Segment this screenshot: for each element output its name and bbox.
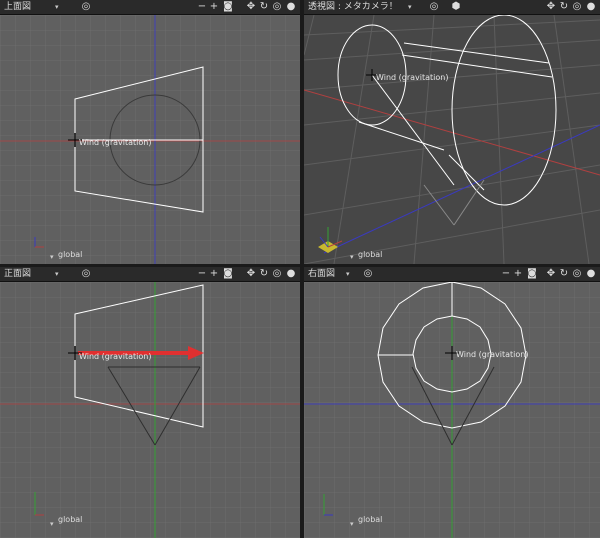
target-icon[interactable]: ◎ — [428, 0, 440, 14]
cube-icon[interactable]: ⬢ — [450, 0, 462, 14]
viewport-front[interactable]: 正面図 ▾ ◎ − + ◙ ✥ ↻ ◎ ● Wind (gravitation)… — [0, 267, 300, 538]
rotate-icon[interactable]: ↻ — [558, 0, 570, 14]
move-icon[interactable]: ✥ — [545, 267, 557, 281]
zoom-icon[interactable]: ◎ — [571, 267, 583, 281]
zoom-in-icon[interactable]: + — [512, 267, 524, 281]
rotate-icon[interactable]: ↻ — [558, 267, 570, 281]
global-dropdown-arrow[interactable]: ▾ — [350, 253, 354, 261]
viewport-title: 正面図 — [4, 269, 32, 279]
top-view-canvas[interactable]: Wind (gravitation) — [0, 15, 300, 264]
zoom-in-icon[interactable]: + — [208, 0, 220, 14]
viewport-right[interactable]: 右面図 ▾ ◎ − + ◙ ✥ ↻ ◎ ● Wind (gravitation)… — [304, 267, 600, 538]
viewport-header: 上面図 ▾ ◎ − + ◙ ✥ ↻ ◎ ● — [0, 0, 300, 15]
viewport-header: 正面図 ▾ ◎ − + ◙ ✥ ↻ ◎ ● — [0, 267, 300, 282]
object-label: Wind (gravitation) — [456, 350, 528, 359]
zoom-in-icon[interactable]: + — [208, 267, 220, 281]
view-mode-dropdown[interactable]: ▾ — [346, 267, 350, 281]
global-dropdown-arrow[interactable]: ▾ — [350, 520, 354, 528]
view-mode-dropdown[interactable]: ▾ — [408, 0, 412, 14]
object-label: Wind (gravitation) — [79, 352, 151, 361]
front-view-canvas[interactable]: Wind (gravitation) — [0, 282, 300, 538]
move-icon[interactable]: ✥ — [245, 0, 257, 14]
coordinate-mode-label[interactable]: global — [58, 515, 82, 524]
camera-icon[interactable]: ◙ — [222, 267, 234, 281]
viewport-header: 右面図 ▾ ◎ − + ◙ ✥ ↻ ◎ ● — [304, 267, 600, 282]
perspective-canvas[interactable]: Wind (gravitation) — [304, 15, 600, 264]
view-mode-dropdown[interactable]: ▾ — [55, 267, 59, 281]
viewport-divider-horizontal[interactable] — [0, 264, 600, 267]
viewport-perspective[interactable]: 透視図 : メタカメラ！ ▾ ◎ ⬢ ✥ ↻ ◎ ● Wind (gravita… — [304, 0, 600, 264]
coordinate-mode-label[interactable]: global — [358, 250, 382, 259]
viewport-header: 透視図 : メタカメラ！ ▾ ◎ ⬢ ✥ ↻ ◎ ● — [304, 0, 600, 15]
zoom-out-icon[interactable]: − — [196, 0, 208, 14]
zoom-icon[interactable]: ◎ — [271, 0, 283, 14]
shading-sphere-icon[interactable]: ● — [585, 0, 597, 14]
rotate-icon[interactable]: ↻ — [258, 267, 270, 281]
right-view-canvas[interactable]: Wind (gravitation) — [304, 282, 600, 538]
object-label: Wind (gravitation) — [79, 138, 151, 147]
move-icon[interactable]: ✥ — [545, 0, 557, 14]
viewport-title: 上面図 — [4, 2, 32, 12]
zoom-icon[interactable]: ◎ — [271, 267, 283, 281]
rotate-icon[interactable]: ↻ — [258, 0, 270, 14]
viewport-title: 右面図 — [308, 269, 336, 279]
zoom-out-icon[interactable]: − — [500, 267, 512, 281]
target-icon[interactable]: ◎ — [362, 267, 374, 281]
global-dropdown-arrow[interactable]: ▾ — [50, 253, 54, 261]
viewport-top[interactable]: 上面図 ▾ ◎ − + ◙ ✥ ↻ ◎ ● Wind (gravitation)… — [0, 0, 300, 264]
coordinate-mode-label[interactable]: global — [358, 515, 382, 524]
target-icon[interactable]: ◎ — [80, 267, 92, 281]
coordinate-mode-label[interactable]: global — [58, 250, 82, 259]
camera-icon[interactable]: ◙ — [222, 0, 234, 14]
shading-sphere-icon[interactable]: ● — [585, 267, 597, 281]
target-icon[interactable]: ◎ — [80, 0, 92, 14]
zoom-icon[interactable]: ◎ — [571, 0, 583, 14]
shading-sphere-icon[interactable]: ● — [285, 0, 297, 14]
shading-sphere-icon[interactable]: ● — [285, 267, 297, 281]
global-dropdown-arrow[interactable]: ▾ — [50, 520, 54, 528]
viewport-title: 透視図 : メタカメラ！ — [308, 2, 398, 12]
move-icon[interactable]: ✥ — [245, 267, 257, 281]
camera-icon[interactable]: ◙ — [526, 267, 538, 281]
zoom-out-icon[interactable]: − — [196, 267, 208, 281]
view-mode-dropdown[interactable]: ▾ — [55, 0, 59, 14]
viewport-divider-vertical[interactable] — [300, 0, 304, 538]
object-label: Wind (gravitation) — [376, 73, 448, 82]
